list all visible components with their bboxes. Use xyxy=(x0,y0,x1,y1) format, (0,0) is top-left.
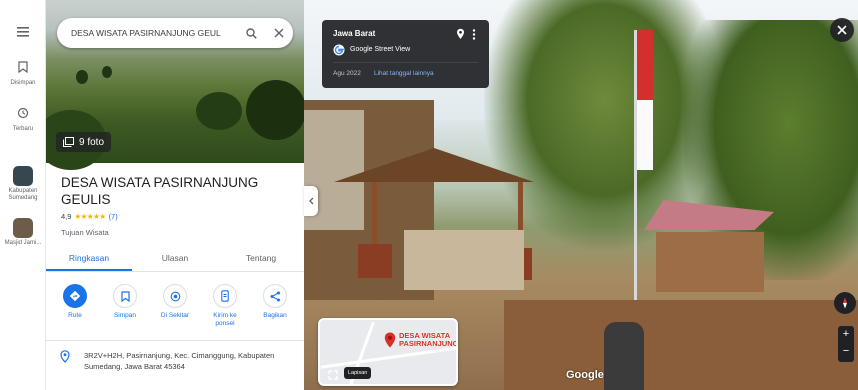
brick-pillar xyxy=(358,244,392,278)
recent-place-label: Masjid Jami... xyxy=(4,240,42,246)
place-panel: DESA WISATA PASIRNANJUNG GEUL 9 foto DES… xyxy=(46,0,304,390)
map-road xyxy=(320,346,456,369)
action-buttons: Rute Simpan Di Sekitar Kirim ke ponsel B… xyxy=(46,284,304,327)
directions-icon xyxy=(69,290,81,302)
more-vert-icon[interactable] xyxy=(472,29,476,40)
close-icon xyxy=(837,25,847,35)
recent-label: Terbaru xyxy=(12,126,34,132)
layers-button[interactable]: Lapisan xyxy=(344,367,372,379)
directions-button[interactable]: Rute xyxy=(53,284,97,327)
recent-place-masjid[interactable]: Masjid Jami... xyxy=(0,218,46,247)
place-tabs: Ringkasan Ulasan Tentang xyxy=(46,246,304,272)
action-label: Kirim ke ponsel xyxy=(213,312,237,327)
place-thumbnail xyxy=(13,218,33,238)
street-view-region: Jawa Barat xyxy=(333,29,376,38)
place-category[interactable]: Tujuan Wisata xyxy=(61,228,109,237)
google-g-icon xyxy=(333,44,345,56)
street-view-info-card: Jawa Barat Google Street View Agu 2022 L… xyxy=(322,20,489,88)
send-to-phone-button[interactable]: Kirim ke ponsel xyxy=(203,284,247,327)
share-button[interactable]: Bagikan xyxy=(253,284,297,327)
photos-count: 9 foto xyxy=(79,136,105,148)
action-icon-wrap xyxy=(163,284,187,308)
close-icon xyxy=(274,28,284,38)
rating-stars: ★★★★★ xyxy=(74,212,106,221)
history-icon xyxy=(17,107,29,119)
card-divider xyxy=(333,62,478,63)
recent-button[interactable]: Terbaru xyxy=(0,106,46,133)
nearby-button[interactable]: Di Sekitar xyxy=(153,284,197,327)
bookmark-icon xyxy=(18,61,28,74)
phone-icon xyxy=(221,290,229,302)
person-rider xyxy=(604,322,644,390)
see-more-dates-link[interactable]: Lihat tanggal lainnya xyxy=(374,70,434,77)
menu-button[interactable] xyxy=(0,24,46,42)
saved-label: Disimpan xyxy=(10,80,36,86)
clear-search-button[interactable] xyxy=(269,23,289,43)
zoom-out-button[interactable]: − xyxy=(838,343,854,360)
action-label: Rute xyxy=(68,312,82,319)
tree-shape xyxy=(76,70,88,84)
search-box[interactable]: DESA WISATA PASIRNANJUNG GEUL xyxy=(57,18,293,48)
saved-button[interactable]: Disimpan xyxy=(0,60,46,87)
photo-library-icon xyxy=(63,137,74,147)
location-pin-icon[interactable] xyxy=(456,28,465,40)
place-thumbnail xyxy=(13,166,33,186)
street-view-source: Google Street View xyxy=(350,46,411,53)
search-button[interactable] xyxy=(241,23,261,43)
review-count[interactable]: (7) xyxy=(109,212,118,221)
mini-map[interactable]: DESA WISATA PASIRNANJUNG Lapisan xyxy=(318,318,458,386)
capture-date: Agu 2022 xyxy=(333,70,361,77)
photos-button[interactable]: 9 foto xyxy=(56,132,112,152)
rating-row: 4,9 ★★★★★ (7) xyxy=(61,212,118,221)
map-place-label: DESA WISATA PASIRNANJUNG xyxy=(399,331,458,348)
left-rail: Disimpan Terbaru Kabupaten Sumedang Masj… xyxy=(0,0,46,390)
street-view-pane[interactable]: Jawa Barat Google Street View Agu 2022 L… xyxy=(304,0,858,390)
expand-map-button[interactable] xyxy=(326,368,340,382)
place-title: DESA WISATA PASIRNANJUNG GEULIS xyxy=(61,175,259,207)
hamburger-icon xyxy=(17,27,29,37)
tab-reviews[interactable]: Ulasan xyxy=(132,246,218,271)
section-divider xyxy=(46,340,304,341)
action-label: Bagikan xyxy=(263,312,287,319)
action-icon-wrap xyxy=(63,284,87,308)
google-logo: Google xyxy=(566,369,604,381)
chevron-left-icon xyxy=(308,197,313,205)
hut-fence xyxy=(656,232,764,292)
close-street-view-button[interactable] xyxy=(830,18,854,42)
tab-about[interactable]: Tentang xyxy=(218,246,304,271)
share-icon xyxy=(270,291,280,301)
location-pin-icon xyxy=(60,350,70,363)
rating-value: 4,9 xyxy=(61,212,72,221)
action-label: Simpan xyxy=(113,312,137,319)
recent-place-label: Kabupaten Sumedang xyxy=(8,188,38,201)
map-pin-icon xyxy=(384,332,396,348)
bookmark-icon xyxy=(120,290,130,302)
nearby-icon xyxy=(170,291,180,301)
action-icon-wrap xyxy=(113,284,137,308)
ground xyxy=(504,300,858,390)
zoom-in-button[interactable]: + xyxy=(838,326,854,343)
address-row[interactable]: 3R2V+H2H, Pasirnanjung, Kec. Cimanggung,… xyxy=(60,350,284,372)
flag xyxy=(637,30,653,170)
action-label: Di Sekitar xyxy=(160,312,190,319)
tree-shape xyxy=(102,66,112,78)
tab-overview[interactable]: Ringkasan xyxy=(46,246,132,271)
search-icon xyxy=(245,27,257,39)
tree-shape xyxy=(246,80,304,140)
zoom-control: + − xyxy=(838,326,854,362)
path-area xyxy=(404,230,524,290)
collapse-panel-button[interactable] xyxy=(304,186,318,216)
action-icon-wrap xyxy=(213,284,237,308)
compass-icon xyxy=(843,297,847,309)
action-icon-wrap xyxy=(263,284,287,308)
save-button[interactable]: Simpan xyxy=(103,284,147,327)
place-address: 3R2V+H2H, Pasirnanjung, Kec. Cimanggung,… xyxy=(84,351,275,371)
expand-icon xyxy=(328,370,338,380)
compass-button[interactable] xyxy=(834,292,856,314)
tree-shape xyxy=(196,92,242,130)
recent-place-sumedang[interactable]: Kabupaten Sumedang xyxy=(0,166,46,202)
search-input[interactable]: DESA WISATA PASIRNANJUNG GEUL xyxy=(71,28,233,38)
